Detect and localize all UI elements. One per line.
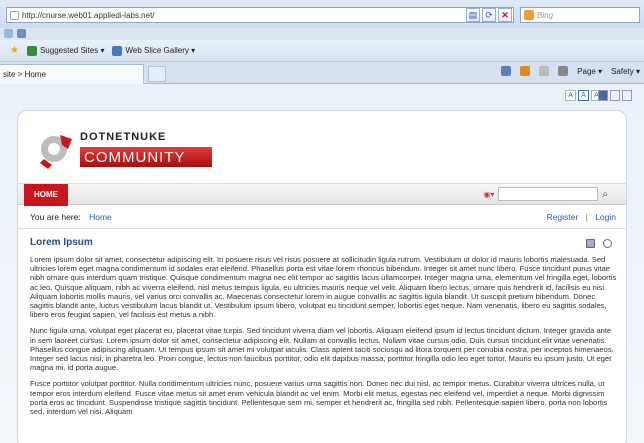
user-links-separator: | [585, 212, 588, 222]
dnn-gear-icon [40, 135, 72, 169]
minimize-module-icon[interactable] [603, 239, 612, 248]
search-engine-icon[interactable]: ◉▾ [483, 190, 494, 199]
favorites-bar: ★ Suggested Sites ▾ Web Slice Gallery ▾ [0, 40, 644, 62]
breadcrumb: You are here: Home Register | Login [18, 205, 626, 229]
home-icon[interactable] [501, 66, 512, 76]
search-box[interactable]: Bing [520, 7, 640, 23]
user-links: Register | Login [547, 205, 616, 229]
print-module-icon[interactable] [586, 239, 595, 248]
breadcrumb-home-link[interactable]: Home [89, 212, 112, 222]
site-search-input[interactable] [498, 187, 599, 201]
breadcrumb-label: You are here: [30, 212, 81, 222]
page-viewport: A A A DOTNETNUKE COMMUNITY HOME ◉▾ ⌕ You… [0, 84, 644, 443]
site-container: DOTNETNUKE COMMUNITY HOME ◉▾ ⌕ You are h… [17, 110, 627, 443]
toolbar-row [0, 28, 644, 40]
address-url[interactable]: http://cnurse.web01.appliedi-labs.net/ [22, 11, 155, 20]
module-paragraph: Lorem ipsum dolor sit amet, consectetur … [30, 255, 617, 320]
page-icon [10, 10, 19, 20]
compat-view-icon[interactable]: ▤ [466, 8, 480, 22]
print-icon[interactable] [558, 66, 569, 76]
suggested-sites-icon [26, 45, 37, 56]
lorem-ipsum-module: Lorem Ipsum Lorem ipsum dolor sit amet, … [30, 237, 618, 416]
font-normal-button[interactable]: A [578, 90, 589, 101]
new-tab-button[interactable] [148, 66, 166, 82]
bing-icon [524, 10, 534, 20]
favorites-bar-icon[interactable] [4, 29, 13, 38]
register-link[interactable]: Register [547, 212, 579, 222]
main-nav: HOME ◉▾ ⌕ [18, 183, 626, 206]
layout-fixed-button[interactable] [598, 90, 608, 101]
logo-text-bottom: COMMUNITY [84, 149, 186, 166]
search-placeholder: Bing [537, 10, 554, 20]
tab-home[interactable]: site > Home [0, 64, 144, 84]
search-icon[interactable]: ⌕ [602, 189, 608, 200]
module-paragraph: Fusce porttitor volutpat porttitor. Null… [30, 379, 608, 417]
refresh-icon[interactable]: ⟳ [482, 8, 496, 22]
tools-icon[interactable] [17, 29, 26, 38]
safety-menu[interactable]: Safety ▾ [611, 67, 640, 76]
web-slice-gallery[interactable]: Web Slice Gallery ▾ [112, 45, 195, 56]
module-title: Lorem Ipsum [30, 237, 93, 248]
site-logo[interactable]: DOTNETNUKE COMMUNITY [38, 125, 212, 175]
module-paragraph: Nunc ligula urna, volutpat eget placerat… [30, 326, 614, 373]
stop-icon[interactable]: ✕ [498, 8, 512, 22]
suggested-sites[interactable]: Suggested Sites ▾ [26, 45, 104, 56]
favorites-star-icon[interactable]: ★ [10, 45, 19, 56]
font-decrease-button[interactable]: A [565, 90, 576, 101]
feeds-icon[interactable] [520, 66, 531, 76]
page-menu[interactable]: Page ▾ [577, 67, 602, 76]
nav-item-home[interactable]: HOME [24, 184, 68, 206]
layout-wide-button[interactable] [622, 90, 632, 101]
mail-icon[interactable] [539, 66, 550, 76]
logo-text-top: DOTNETNUKE [80, 131, 167, 143]
address-bar[interactable]: http://cnurse.web01.appliedi-labs.net/ [6, 7, 514, 23]
address-bar-row: http://cnurse.web01.appliedi-labs.net/ ▤… [0, 0, 644, 28]
layout-fluid-button[interactable] [610, 90, 620, 101]
tab-row: site > Home Page ▾ Safety ▾ [0, 62, 644, 84]
login-link[interactable]: Login [595, 212, 616, 222]
web-slice-icon [112, 45, 123, 56]
